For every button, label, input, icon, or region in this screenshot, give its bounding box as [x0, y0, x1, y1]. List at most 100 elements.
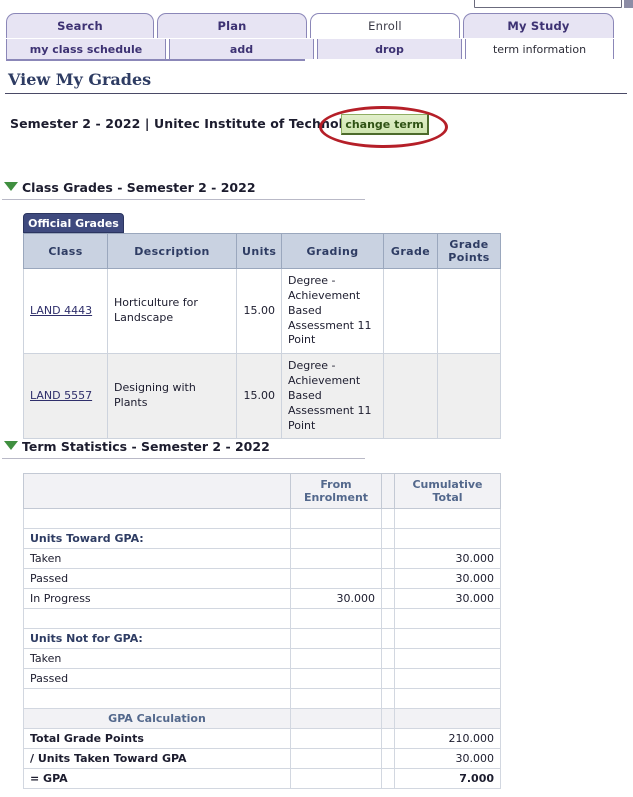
- class-grades-header-row: Class Description Units Grading Grade Gr…: [24, 234, 501, 269]
- cell-units: 15.00: [237, 354, 282, 439]
- cell-grade-points: [438, 354, 501, 439]
- stat-cumulative-total: 30.000: [395, 749, 501, 769]
- tab-enroll[interactable]: Enroll: [310, 13, 460, 38]
- tab-my-study[interactable]: My Study: [463, 13, 614, 38]
- table-row: Taken 30.000: [24, 549, 501, 569]
- collapse-triangle-icon[interactable]: [4, 441, 18, 450]
- subtab-term-information[interactable]: term information: [465, 39, 614, 59]
- term-label: Semester 2 - 2022 | Unitec Institute of …: [10, 116, 369, 131]
- table-row: Total Grade Points210.000: [24, 729, 501, 749]
- stat-label: Passed: [24, 669, 291, 689]
- top-go-button[interactable]: [624, 0, 633, 8]
- collapse-triangle-icon[interactable]: [4, 182, 18, 191]
- class-grades-header[interactable]: Class Grades - Semester 2 - 2022: [0, 178, 633, 200]
- stat-cumulative-total: 30.000: [395, 549, 501, 569]
- stat-spacer: [24, 509, 291, 529]
- col-description: Description: [108, 234, 237, 269]
- subtab-drop-label: drop: [375, 43, 404, 56]
- term-statistics-divider: [2, 458, 365, 459]
- stat-from-enrolment: [291, 649, 382, 669]
- cell-grade: [384, 269, 438, 354]
- stat-spacer-cell: [382, 669, 395, 689]
- tab-plan-label: Plan: [217, 19, 246, 33]
- col-stat-label: [24, 474, 291, 509]
- class-grades-divider: [2, 199, 365, 200]
- col-grade-points: Grade Points: [438, 234, 501, 269]
- cell-description: Horticulture for Landscape: [108, 269, 237, 354]
- stat-from-enrolment: [291, 509, 382, 529]
- class-grades-table: Class Description Units Grading Grade Gr…: [23, 233, 501, 439]
- stat-label: Taken: [24, 549, 291, 569]
- stat-spacer-cell: [382, 709, 395, 729]
- class-grades-title: Class Grades - Semester 2 - 2022: [22, 180, 256, 195]
- top-search-box[interactable]: [474, 0, 622, 8]
- gpa-calculation-header: GPA Calculation: [24, 709, 291, 729]
- stat-cumulative-total: [395, 529, 501, 549]
- stat-from-enrolment: [291, 689, 382, 709]
- stat-label: = GPA: [24, 769, 291, 789]
- term-statistics-header-row: From Enrolment Cumulative Total: [24, 474, 501, 509]
- main-tabbar: Search Plan Enroll My Study: [6, 13, 627, 39]
- tab-enroll-label: Enroll: [368, 19, 402, 33]
- stat-cumulative-total: [395, 629, 501, 649]
- stat-cumulative-total: [395, 689, 501, 709]
- cell-description: Designing with Plants: [108, 354, 237, 439]
- term-statistics-table: From Enrolment Cumulative Total Units To…: [23, 473, 501, 789]
- cell-grading: Degree - Achievement Based Assessment 11…: [282, 269, 384, 354]
- class-link-land-4443[interactable]: LAND 4443: [30, 304, 92, 317]
- stat-spacer: [24, 609, 291, 629]
- stat-spacer-cell: [382, 749, 395, 769]
- stat-label: / Units Taken Toward GPA: [24, 749, 291, 769]
- stat-spacer: [24, 689, 291, 709]
- stat-cumulative-total: [395, 609, 501, 629]
- stat-spacer-cell: [382, 529, 395, 549]
- stat-spacer-cell: [382, 689, 395, 709]
- class-grades-section: Class Grades - Semester 2 - 2022: [0, 178, 633, 200]
- subtab-my-class-schedule[interactable]: my class schedule: [6, 39, 166, 59]
- table-row: GPA Calculation: [24, 709, 501, 729]
- table-row: Units Toward GPA:: [24, 529, 501, 549]
- col-from-enrolment: From Enrolment: [291, 474, 382, 509]
- cell-grade-points: [438, 269, 501, 354]
- change-term-button[interactable]: change term: [341, 114, 429, 135]
- tab-search[interactable]: Search: [6, 13, 154, 38]
- stat-cumulative-total: [395, 509, 501, 529]
- stat-from-enrolment: [291, 569, 382, 589]
- stat-from-enrolment: [291, 609, 382, 629]
- stat-cumulative-total: 210.000: [395, 729, 501, 749]
- stat-spacer-cell: [382, 629, 395, 649]
- official-grades-tab[interactable]: Official Grades: [23, 213, 124, 233]
- stat-cumulative-total: [395, 649, 501, 669]
- change-term-label: change term: [345, 118, 423, 131]
- col-units: Units: [237, 234, 282, 269]
- table-row: = GPA7.000: [24, 769, 501, 789]
- tab-plan[interactable]: Plan: [157, 13, 307, 38]
- subtab-drop[interactable]: drop: [317, 39, 462, 59]
- stat-spacer-cell: [382, 549, 395, 569]
- stat-from-enrolment: [291, 769, 382, 789]
- class-link-land-5557[interactable]: LAND 5557: [30, 389, 92, 402]
- col-spacer: [382, 474, 395, 509]
- stat-from-enrolment: [291, 629, 382, 649]
- stat-group-label: Units Not for GPA:: [24, 629, 291, 649]
- cell-class: LAND 4443: [24, 269, 108, 354]
- table-row: Passed30.000: [24, 569, 501, 589]
- tab-my-study-label: My Study: [507, 19, 569, 33]
- stat-spacer-cell: [382, 609, 395, 629]
- subtab-underline: [6, 59, 305, 61]
- top-cutoff-strip: [0, 0, 633, 12]
- title-divider: [5, 93, 627, 94]
- term-statistics-section: Term Statistics - Semester 2 - 2022: [0, 437, 633, 459]
- page-title: View My Grades: [8, 70, 151, 89]
- official-grades-label: Official Grades: [28, 217, 119, 230]
- term-statistics-header[interactable]: Term Statistics - Semester 2 - 2022: [0, 437, 633, 459]
- table-row: / Units Taken Toward GPA 30.000: [24, 749, 501, 769]
- subtab-term-information-label: term information: [493, 43, 586, 56]
- stat-label: Taken: [24, 649, 291, 669]
- subtab-add[interactable]: add: [169, 39, 314, 59]
- stat-from-enrolment: [291, 749, 382, 769]
- col-class: Class: [24, 234, 108, 269]
- col-grading: Grading: [282, 234, 384, 269]
- col-cumulative-total: Cumulative Total: [395, 474, 501, 509]
- stat-cumulative-total: [395, 669, 501, 689]
